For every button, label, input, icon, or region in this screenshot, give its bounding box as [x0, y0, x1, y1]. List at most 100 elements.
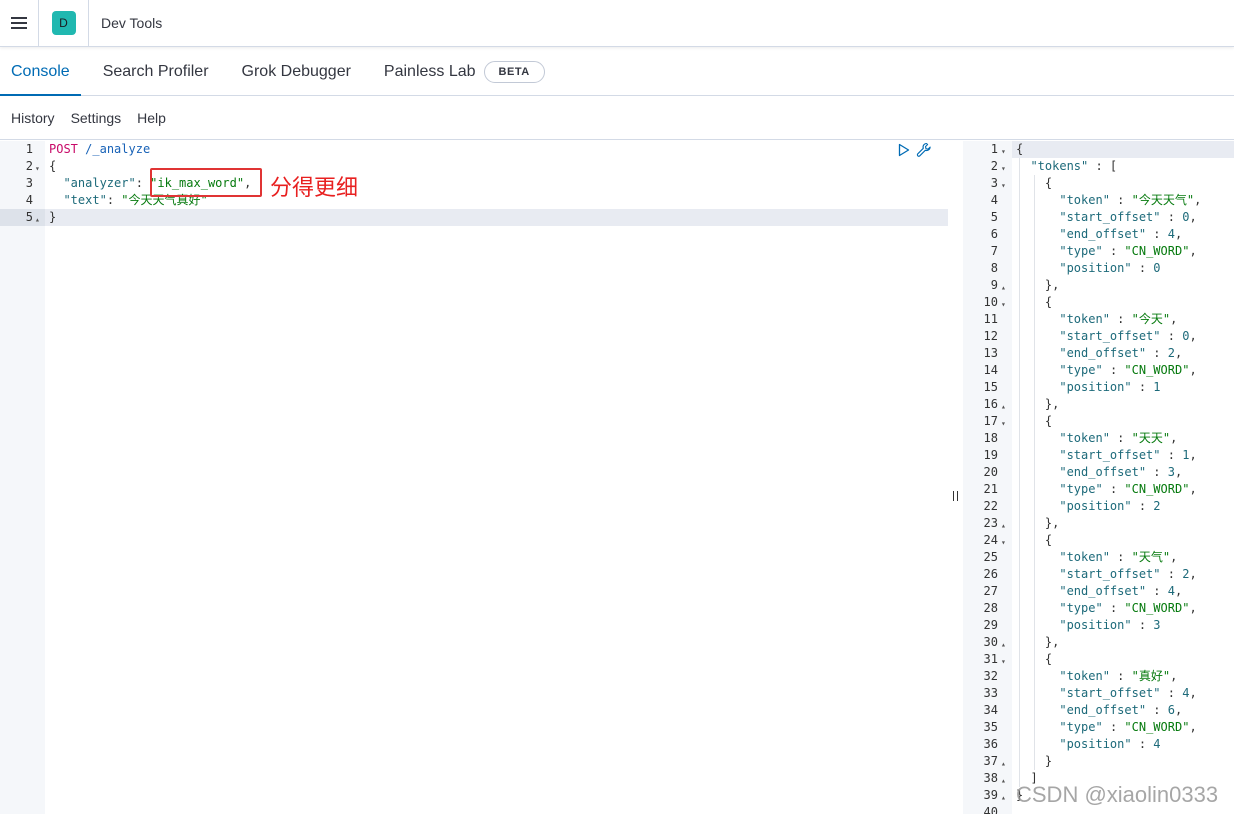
console-menu: History Settings Help — [0, 97, 1234, 140]
line-number: 35 — [983, 720, 998, 734]
hamburger-icon — [11, 17, 27, 29]
response-line: "start_offset" : 2, — [1059, 567, 1197, 581]
line-number: 22 — [983, 499, 998, 513]
response-line: "end_offset" : 3, — [1059, 465, 1183, 479]
json-number: 1 — [1153, 380, 1161, 394]
history-link[interactable]: History — [11, 110, 55, 126]
fold-toggle-icon[interactable]: ▾ — [1001, 143, 1006, 160]
json-string: "真好" — [1131, 669, 1171, 683]
fold-toggle-icon[interactable]: ▴ — [1001, 755, 1006, 772]
fold-toggle-icon[interactable]: ▴ — [1001, 772, 1006, 789]
json-key: "start_offset" — [1059, 329, 1161, 343]
json-key: "token" — [1059, 669, 1110, 683]
response-line: "end_offset" : 2, — [1059, 346, 1183, 360]
fold-toggle-icon[interactable]: ▴ — [35, 211, 40, 228]
fold-toggle-icon[interactable]: ▴ — [1001, 517, 1006, 534]
line-number: 36 — [983, 737, 998, 751]
request-editor[interactable]: 1 2 ▾ 3 4 5 ▴ POST /_analyze { "analyzer… — [0, 141, 948, 814]
line-number: 17 — [983, 414, 998, 428]
line-number: 3 — [25, 176, 33, 190]
request-line-5: } — [49, 210, 57, 224]
json-number: 2 — [1167, 346, 1175, 360]
json-string: "CN_WORD" — [1124, 720, 1190, 734]
tab-grok-debugger[interactable]: Grok Debugger — [231, 48, 362, 95]
top-header: D Dev Tools — [0, 0, 1234, 47]
line-number: 40 — [983, 805, 998, 814]
line-number: 6 — [990, 227, 998, 241]
response-line: "position" : 3 — [1059, 618, 1161, 632]
response-line: "token" : "天气", — [1059, 550, 1178, 564]
json-number: 4 — [1167, 584, 1175, 598]
response-line: "type" : "CN_WORD", — [1059, 720, 1197, 734]
response-line: { — [1016, 176, 1053, 190]
json-number: 4 — [1153, 737, 1161, 751]
menu-button[interactable] — [0, 0, 38, 47]
fold-toggle-icon[interactable]: ▾ — [1001, 177, 1006, 194]
panel-resizer[interactable] — [948, 141, 963, 814]
json-number: 3 — [1167, 465, 1175, 479]
fold-toggle-icon[interactable]: ▴ — [1001, 636, 1006, 653]
tab-painless-lab[interactable]: Painless Lab BETA — [373, 48, 556, 95]
help-link[interactable]: Help — [137, 110, 166, 126]
response-line: "token" : "今天天气", — [1059, 193, 1202, 207]
fold-toggle-icon[interactable]: ▴ — [1001, 279, 1006, 296]
line-number: 24 — [983, 533, 998, 547]
fold-toggle-icon[interactable]: ▾ — [35, 160, 40, 177]
line-number: 11 — [983, 312, 998, 326]
json-number: 0 — [1153, 261, 1161, 275]
response-line: { — [1016, 652, 1053, 666]
json-key: "start_offset" — [1059, 686, 1161, 700]
response-line: { — [1016, 533, 1053, 547]
json-key: "start_offset" — [1059, 567, 1161, 581]
space-avatar[interactable]: D — [51, 11, 76, 35]
response-line: "token" : "真好", — [1059, 669, 1178, 683]
tab-console[interactable]: Console — [0, 48, 81, 96]
line-number: 7 — [990, 244, 998, 258]
json-string: "CN_WORD" — [1124, 363, 1190, 377]
annotation-text: 分得更细 — [270, 176, 359, 201]
response-line: "start_offset" : 4, — [1059, 686, 1197, 700]
play-icon[interactable] — [898, 143, 910, 157]
line-number: 25 — [983, 550, 998, 564]
fold-toggle-icon[interactable]: ▾ — [1001, 653, 1006, 670]
json-key: "start_offset" — [1059, 210, 1161, 224]
fold-toggle-icon[interactable]: ▾ — [1001, 296, 1006, 313]
json-key: "position" — [1059, 499, 1132, 513]
request-path: /_analyze — [85, 142, 151, 156]
response-line: "position" : 4 — [1059, 737, 1161, 751]
fold-toggle-icon[interactable]: ▴ — [1001, 398, 1006, 415]
response-line: "type" : "CN_WORD", — [1059, 482, 1197, 496]
line-number: 18 — [983, 431, 998, 445]
json-key: "token" — [1059, 312, 1110, 326]
fold-toggle-icon[interactable]: ▾ — [1001, 415, 1006, 432]
response-editor[interactable]: 1 ▾ 2 ▾ 3 ▾ 4 5 6 7 8 9 ▴ 10 ▾ 11 12 13 14 15 16 ▴ 17 ▾ 18 19 20 21… — [963, 141, 1234, 814]
line-number: 21 — [983, 482, 998, 496]
line-number: 26 — [983, 567, 998, 581]
app-title: Dev Tools — [101, 15, 163, 31]
json-string: "CN_WORD" — [1124, 601, 1190, 615]
json-number: 4 — [1167, 227, 1175, 241]
line-number: 39 — [983, 788, 998, 802]
line-number: 3 — [990, 176, 998, 190]
json-number: 4 — [1182, 686, 1190, 700]
wrench-icon[interactable] — [916, 142, 932, 158]
line-number: 2 — [990, 159, 998, 173]
line-number: 30 — [983, 635, 998, 649]
active-line-highlight — [0, 209, 948, 226]
response-line: "start_offset" : 1, — [1059, 448, 1197, 462]
request-line-1: POST /_analyze — [49, 141, 150, 158]
response-line: }, — [1016, 278, 1060, 292]
json-number: 6 — [1167, 703, 1175, 717]
fold-toggle-icon[interactable]: ▾ — [1001, 534, 1006, 551]
response-line: "position" : 0 — [1059, 261, 1161, 275]
json-key: "position" — [1059, 261, 1132, 275]
response-line: "type" : "CN_WORD", — [1059, 363, 1197, 377]
fold-toggle-icon[interactable]: ▴ — [1001, 789, 1006, 806]
response-line: "tokens" : [ — [1030, 159, 1118, 173]
settings-link[interactable]: Settings — [71, 110, 122, 126]
response-line: { — [1016, 142, 1024, 156]
line-number: 10 — [983, 295, 998, 309]
tab-search-profiler[interactable]: Search Profiler — [92, 48, 220, 95]
line-number: 15 — [983, 380, 998, 394]
fold-toggle-icon[interactable]: ▾ — [1001, 160, 1006, 177]
